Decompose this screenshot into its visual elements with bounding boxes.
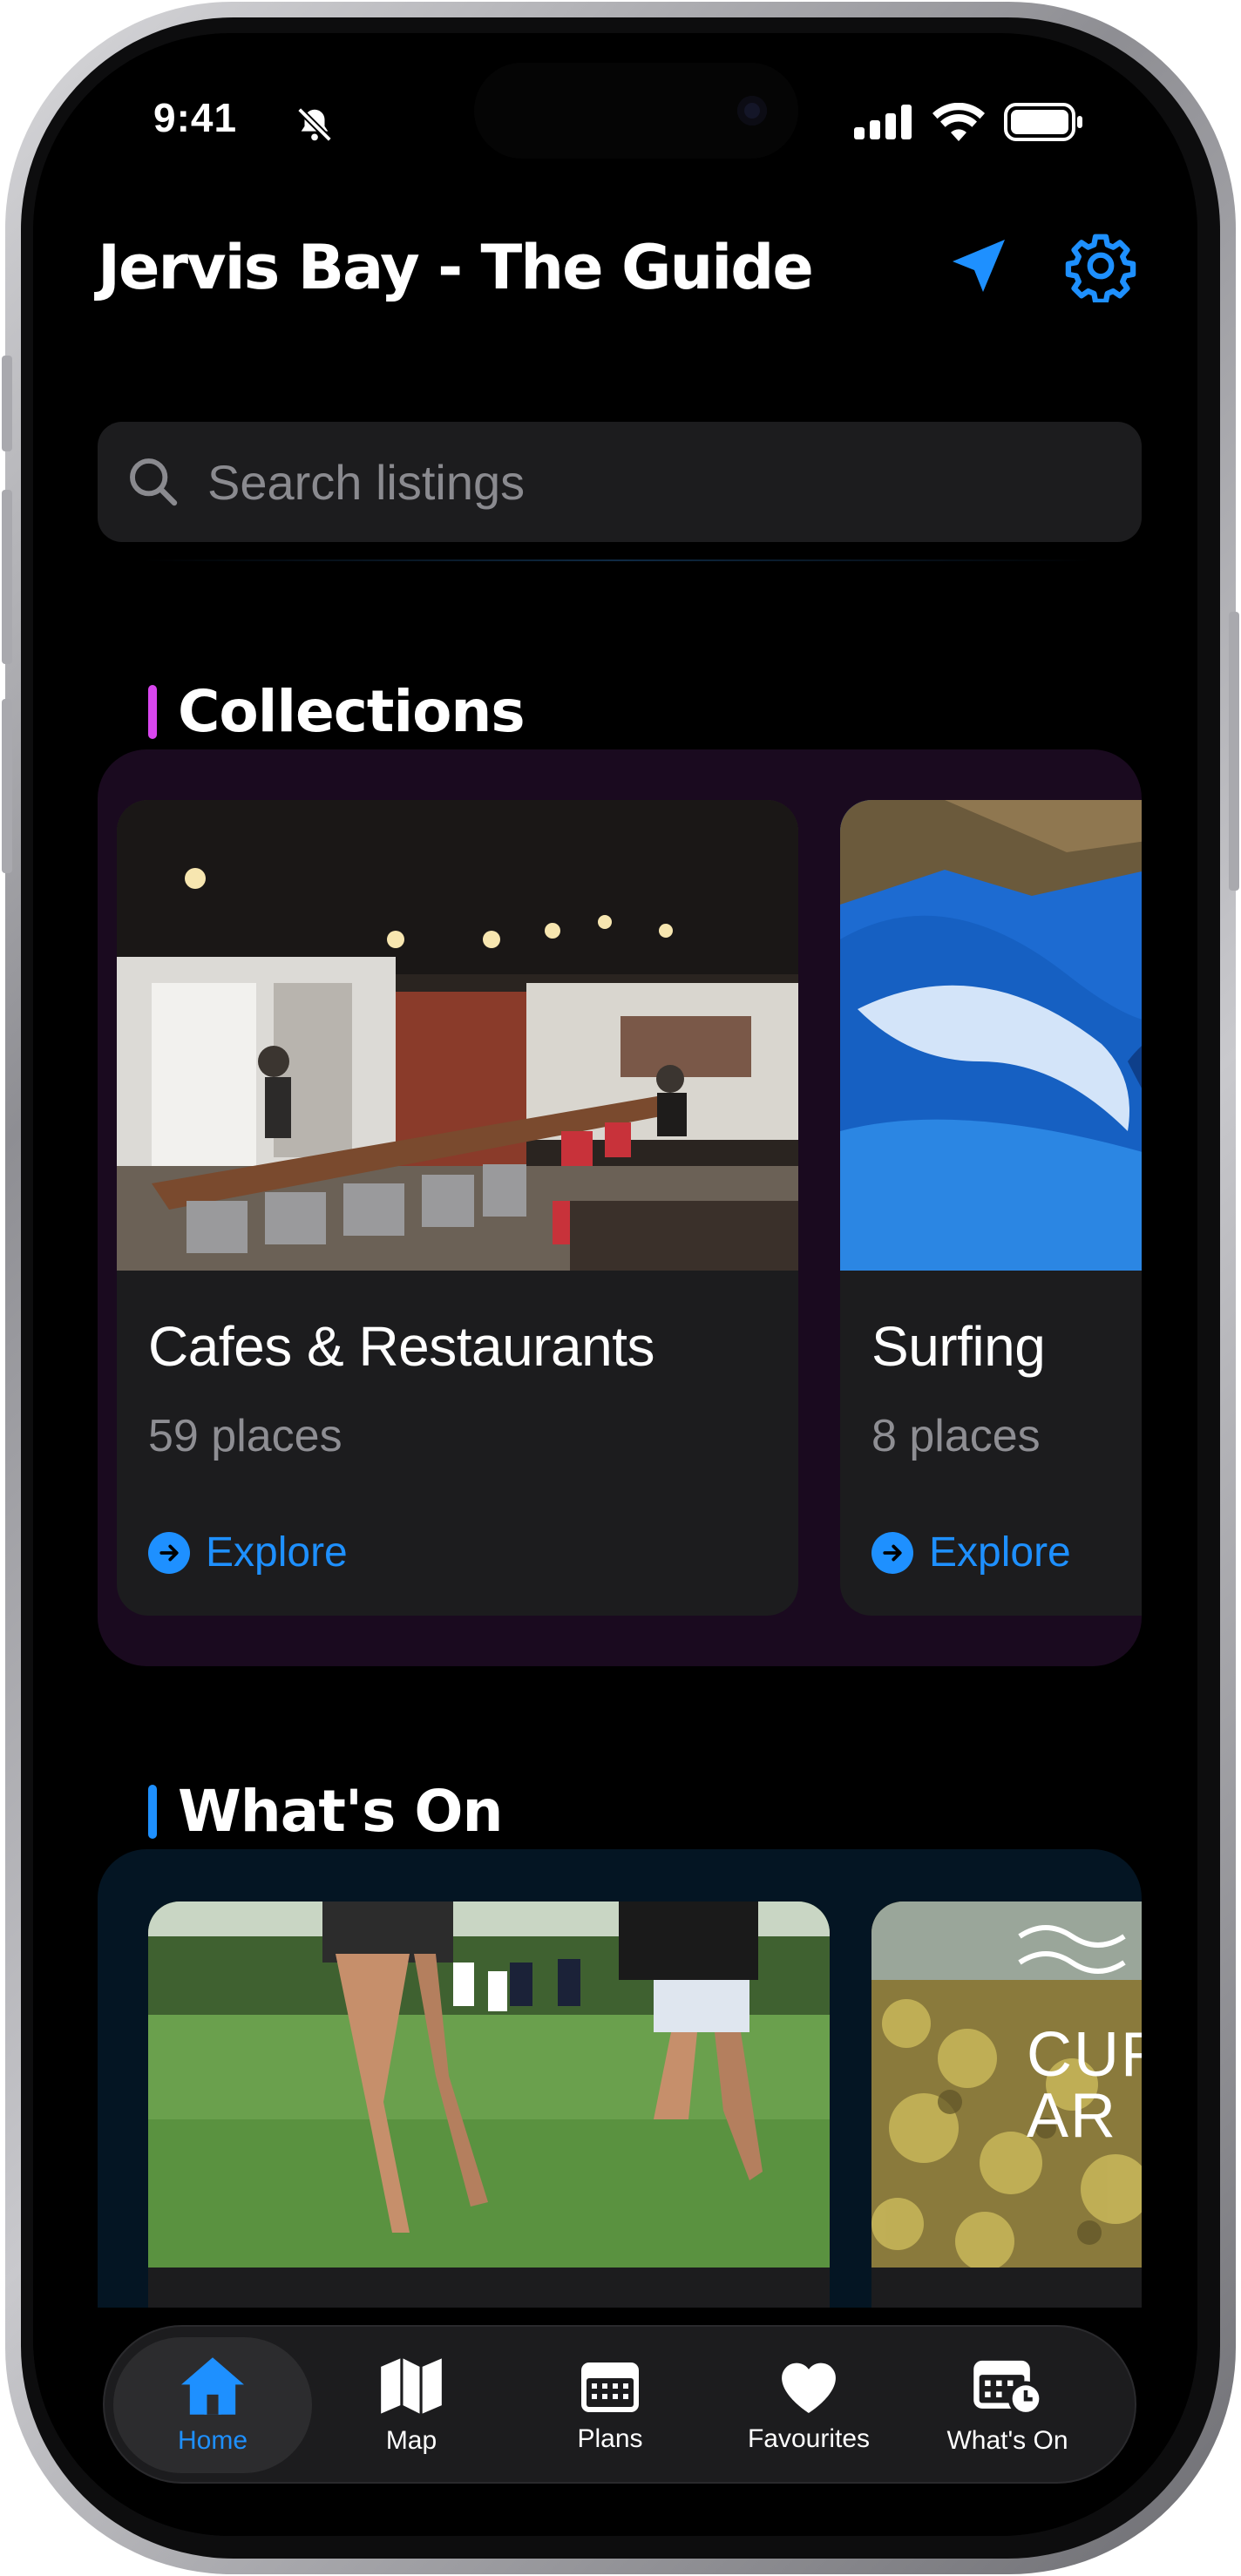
explore-label: Explore — [929, 1529, 1071, 1576]
screen: 9:41 Jervis Bay - The Guide Search listi… — [33, 33, 1197, 2536]
parkrun-runners-photo — [148, 1901, 830, 2268]
silent-mode-icon — [295, 105, 335, 149]
collection-card-count: 59 places — [148, 1411, 342, 1461]
tab-label: What's On — [946, 2426, 1068, 2455]
arrow-right-circle-icon — [871, 1531, 913, 1574]
search-icon — [130, 458, 178, 506]
battery-icon — [1004, 103, 1082, 141]
status-icons — [854, 103, 1084, 141]
action-button — [2, 356, 12, 451]
cafe-interior-photo — [117, 800, 798, 1271]
wifi-icon — [932, 103, 985, 141]
search-input[interactable]: Search listings — [207, 454, 525, 511]
tab-favourites[interactable]: Favourites — [709, 2337, 908, 2473]
location-arrow-icon — [953, 240, 1005, 292]
curated-art-poster: CUR AR — [871, 1901, 1142, 2271]
collection-card-surfing[interactable]: Surfing 8 places Explore — [840, 800, 1142, 1616]
poster-text-line-1: CUR — [1027, 2020, 1142, 2090]
wave-surfer-photo — [840, 800, 1142, 1271]
tab-bar: Home Map Plans Favourites What's On — [103, 2325, 1136, 2484]
volume-down-button — [2, 699, 12, 873]
collection-card-title: Surfing — [871, 1315, 1046, 1378]
collections-heading: Collections — [148, 678, 526, 745]
map-icon — [381, 2358, 442, 2414]
calendar-clock-icon — [973, 2360, 1044, 2417]
search-bar[interactable]: Search listings — [98, 422, 1142, 542]
tab-whats-on[interactable]: What's On — [908, 2337, 1107, 2473]
page-title: Jervis Bay - The Guide — [98, 232, 814, 303]
whats-on-heading: What's On — [148, 1778, 503, 1845]
collection-card-count: 8 places — [871, 1411, 1041, 1461]
heart-icon — [782, 2362, 836, 2413]
explore-label: Explore — [206, 1529, 348, 1576]
collections-accent-bar — [148, 684, 157, 739]
explore-link[interactable]: Explore — [871, 1529, 1071, 1576]
collections-title: Collections — [178, 678, 526, 745]
poster-text-line-2: AR — [1027, 2081, 1117, 2151]
house-icon — [181, 2357, 244, 2415]
status-time: 9:41 — [153, 95, 238, 140]
collection-card-cafes[interactable]: Cafes & Restaurants 59 places Explore — [117, 800, 798, 1616]
arrow-right-circle-icon — [148, 1531, 190, 1574]
explore-link[interactable]: Explore — [148, 1529, 348, 1576]
power-button — [1229, 612, 1239, 891]
tab-plans[interactable]: Plans — [511, 2337, 709, 2473]
collections-carousel[interactable]: Cafes & Restaurants 59 places Explore Su… — [98, 749, 1142, 1666]
tab-label: Plans — [577, 2424, 643, 2453]
whats-on-accent-bar — [148, 1784, 157, 1839]
location-button[interactable] — [939, 227, 1018, 305]
calendar-icon — [581, 2362, 639, 2412]
tab-label: Home — [177, 2426, 248, 2455]
tab-label: Favourites — [747, 2424, 871, 2453]
whats-on-title: What's On — [178, 1778, 503, 1845]
tab-label: Map — [385, 2426, 437, 2455]
front-camera — [737, 96, 767, 125]
settings-button[interactable] — [1061, 227, 1140, 305]
gear-icon — [1065, 234, 1136, 302]
volume-up-button — [2, 490, 12, 664]
tab-home[interactable]: Home — [113, 2337, 312, 2473]
cellular-signal-icon — [854, 105, 912, 139]
tab-map[interactable]: Map — [312, 2337, 511, 2473]
collection-card-title: Cafes & Restaurants — [148, 1315, 655, 1378]
header-divider — [143, 559, 1093, 561]
